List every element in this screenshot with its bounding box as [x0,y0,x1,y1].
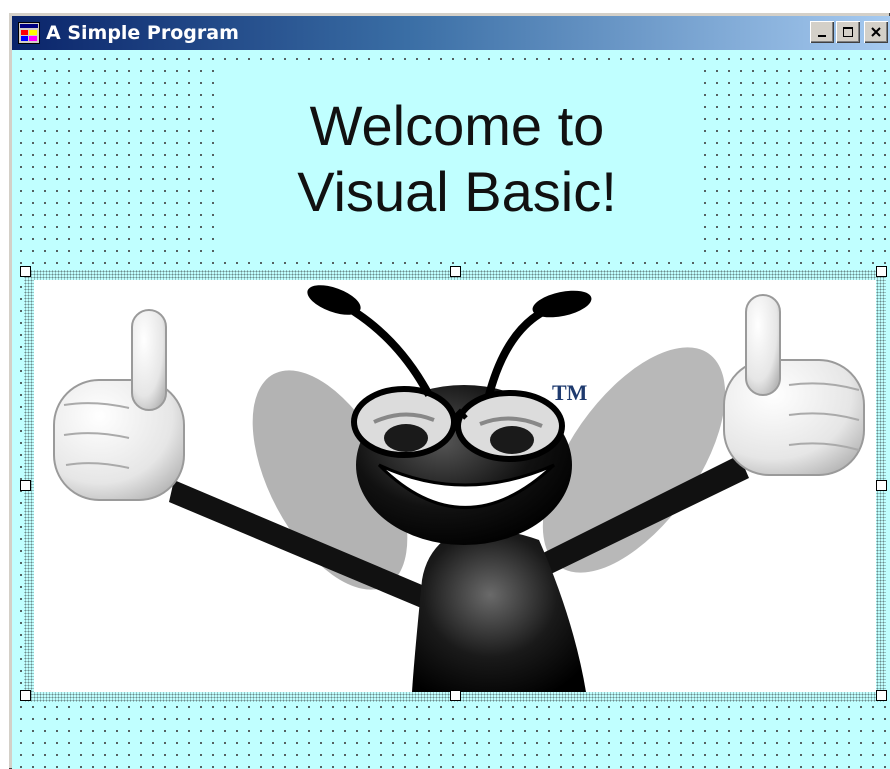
resize-handle-top-right[interactable] [876,266,887,277]
right-thumbs-up-glove [723,294,865,476]
window-controls [810,21,888,43]
resize-handle-bottom-left[interactable] [20,690,31,701]
left-thumbs-up-glove [53,309,185,501]
resize-handle-top-left[interactable] [20,266,31,277]
form-design-surface[interactable]: Welcome to Visual Basic! TM [12,50,890,769]
resize-handle-middle-left[interactable] [20,480,31,491]
window-title: A Simple Program [46,22,239,44]
welcome-label[interactable]: Welcome to Visual Basic! [217,63,697,255]
resize-handle-top-middle[interactable] [450,266,461,277]
close-button[interactable] [864,21,888,43]
title-bar[interactable]: A Simple Program [12,16,890,50]
welcome-line-1: Welcome to [309,94,605,157]
close-icon [871,27,881,37]
vb-form-icon[interactable] [18,22,40,44]
maximize-button[interactable] [836,21,860,43]
resize-handle-bottom-middle[interactable] [450,690,461,701]
resize-handle-bottom-right[interactable] [876,690,887,701]
picture-box[interactable]: TM [34,280,876,692]
maximize-icon [843,27,853,37]
right-antenna [485,301,561,397]
picture-box-selection[interactable]: TM [20,266,887,702]
welcome-line-2: Visual Basic! [297,160,617,223]
minimize-button[interactable] [810,21,834,43]
minimize-icon [818,35,826,37]
bug-mascot-image [53,285,865,692]
app-window: A Simple Program Welcome to Visual Basic… [8,12,890,769]
resize-handle-middle-right[interactable] [876,480,887,491]
trademark-text: TM [552,380,588,405]
